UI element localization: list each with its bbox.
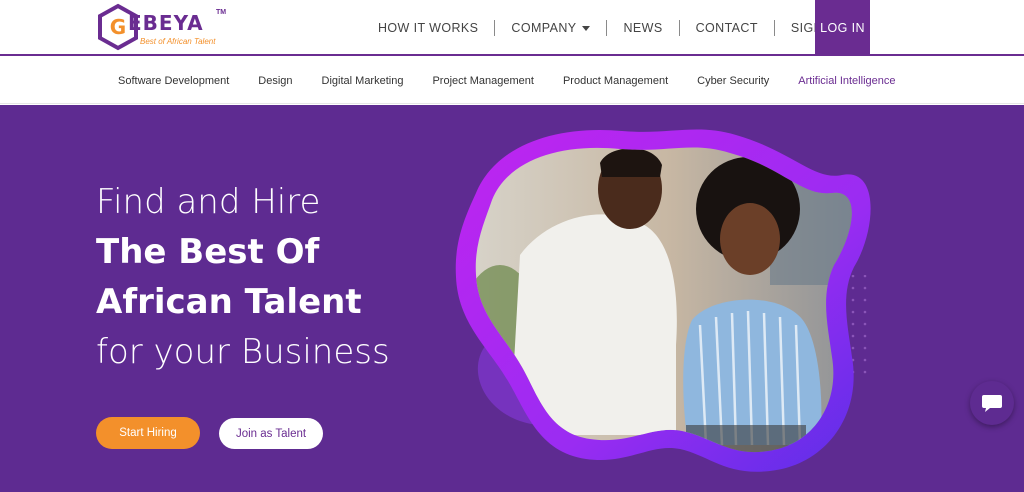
logo-wordmark: EBEYA	[128, 11, 204, 35]
chat-button[interactable]	[970, 381, 1014, 425]
category-digital-marketing[interactable]: Digital Marketing	[322, 75, 404, 87]
category-cyber-security[interactable]: Cyber Security	[697, 75, 769, 87]
start-hiring-button[interactable]: Start Hiring	[96, 417, 200, 449]
hero-headline: Find and Hire The Best Of African Talent…	[96, 177, 390, 377]
site-header: G EBEYA TM Best of African Talent HOW IT…	[0, 0, 1024, 56]
category-design[interactable]: Design	[258, 75, 292, 87]
category-bar: Software Development Design Digital Mark…	[0, 58, 1024, 104]
logo-trademark: TM	[216, 9, 227, 16]
category-software-development[interactable]: Software Development	[118, 75, 229, 87]
headline-line-1: Find and Hire	[96, 182, 321, 222]
chevron-down-icon	[582, 25, 591, 31]
chat-bubble-icon	[982, 395, 1002, 412]
nav-label: COMPANY	[511, 21, 577, 35]
logo-tagline: Best of African Talent	[140, 37, 216, 46]
join-as-talent-button[interactable]: Join as Talent	[219, 418, 323, 449]
nav-contact[interactable]: CONTACT	[680, 20, 775, 36]
main-nav: HOW IT WORKS COMPANY NEWS CONTACT SIGN U…	[362, 0, 861, 56]
login-button[interactable]: LOG IN	[815, 0, 870, 56]
headline-line-3: African Talent	[96, 282, 362, 322]
gebeya-logo[interactable]: G EBEYA TM Best of African Talent	[96, 3, 236, 51]
category-list: Software Development Design Digital Mark…	[118, 58, 895, 104]
hero-section: Find and Hire The Best Of African Talent…	[0, 105, 1024, 492]
nav-label: CONTACT	[695, 21, 758, 35]
nav-company[interactable]: COMPANY	[495, 20, 608, 36]
category-project-management[interactable]: Project Management	[432, 75, 534, 87]
nav-how-it-works[interactable]: HOW IT WORKS	[362, 20, 496, 36]
nav-label: HOW IT WORKS	[378, 21, 479, 35]
nav-news[interactable]: NEWS	[607, 20, 680, 36]
nav-label: NEWS	[623, 21, 663, 35]
logo-letter: G	[110, 15, 126, 39]
category-artificial-intelligence[interactable]: Artificial Intelligence	[798, 75, 895, 87]
headline-line-2: The Best Of	[96, 232, 320, 272]
category-product-management[interactable]: Product Management	[563, 75, 668, 87]
hero-image	[455, 129, 874, 472]
headline-line-4: for your Business	[96, 332, 390, 372]
